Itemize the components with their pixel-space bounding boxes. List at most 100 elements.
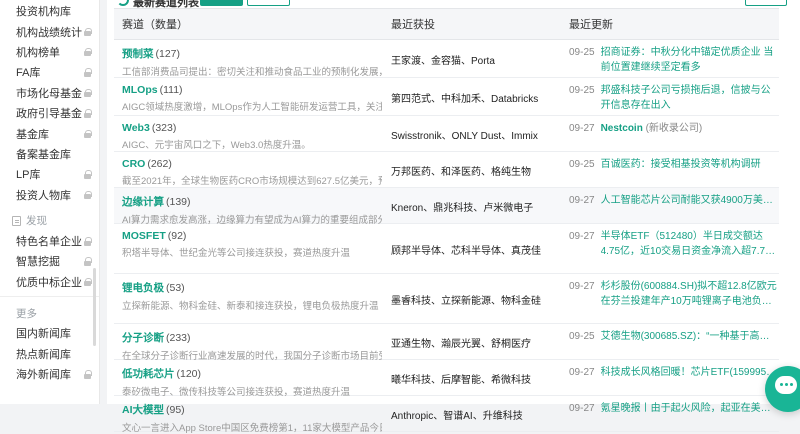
track-name-link[interactable]: MLOps — [122, 84, 158, 96]
track-count: (139) — [166, 196, 191, 208]
update-link[interactable]: 人工智能芯片公司耐能又获4900万美元投资 将与英伟达展开竞争 — [601, 194, 779, 209]
sidebar-item[interactable]: 优质中标企业 — [0, 272, 99, 292]
sidebar-item-label: 市场化母基金 — [16, 87, 82, 100]
update-link[interactable]: 氪星晚报丨由于起火风险，起亚在美召回超173万辆汽车；海天集团5家子公司变更法人… — [601, 402, 779, 417]
recent-investors: 第四范式、中科加禾、Databricks — [391, 94, 539, 105]
track-description: 文心一言进入App Store中国区免费榜第1，11家大模型产品今日起... — [122, 423, 382, 434]
sidebar-item[interactable]: 机构战绩统计 — [0, 21, 99, 41]
track-count: (53) — [166, 282, 185, 294]
update-date: 09-27 — [569, 123, 595, 134]
track-name-link[interactable]: 低功耗芯片 — [122, 368, 175, 380]
sidebar-item[interactable]: 国内新闻库 — [0, 323, 99, 343]
update-line: 09-25 招商证券：中秋分化中锚定优质企业 当前位置建继续坚定看多 — [569, 46, 779, 75]
update-link[interactable]: 杉杉股份(600884.SH)拟不超12.8亿欧元在芬兰投建年产10万吨锂离子电… — [601, 280, 779, 309]
track-name-link[interactable]: 边缘计算 — [122, 196, 164, 208]
track-name-link[interactable]: CRO — [122, 158, 145, 170]
track-description: AIGC领域热度激增，MLOps作为人工智能研发运营工具，关注度... — [122, 102, 382, 113]
update-cell: 09-27 氪星晚报丨由于起火风险，起亚在美召回超173万辆汽车；海天集团5家子公… — [562, 396, 779, 431]
update-line: 09-27 杉杉股份(600884.SH)拟不超12.8亿欧元在芬兰投建年产10万… — [569, 280, 779, 309]
track-description: 积塔半导体、世纪金光等公司接连获投，赛道热度升温 — [122, 248, 351, 259]
track-name-link[interactable]: 锂电负极 — [122, 282, 164, 294]
sidebar-item[interactable]: 特色名单企业 — [0, 231, 99, 251]
sidebar-item-label: LP库 — [16, 169, 41, 182]
update-line: 09-27 科技成长风格回暖！芯片ETF(159995)大幅拉升，中芯国际涨超1% — [569, 366, 779, 381]
update-link[interactable]: 招商证券：中秋分化中锚定优质企业 当前位置建继续坚定看多 — [601, 46, 779, 75]
sidebar-item[interactable]: 投资人物库 — [0, 185, 99, 205]
lock-icon — [84, 129, 92, 139]
column-header-track: 赛道（数量） — [122, 19, 188, 31]
sidebar-item[interactable]: 基金库 — [0, 123, 99, 143]
table-row[interactable]: 锂电负极 (53) 立探新能源、物科金硅、新泰和接连获投，锂电负极热度升温 墨睿科技、… — [114, 274, 779, 324]
update-link[interactable]: 邦盛科技子公司亏损拖后退，信披与公开信息存在出入 — [601, 84, 779, 113]
sidebar-group-label: 发现 — [26, 215, 47, 228]
sidebar-item[interactable]: LP库 — [0, 164, 99, 184]
tab-inactive[interactable] — [247, 0, 290, 6]
update-date: 09-27 — [569, 231, 595, 242]
track-name-link[interactable]: 分子诊断 — [122, 332, 164, 344]
track-count: (127) — [155, 48, 181, 60]
sidebar-item[interactable]: 海外新闻库 — [0, 364, 99, 384]
track-name-line: AI大模型 (95) — [122, 402, 382, 417]
sidebar-scrollbar[interactable] — [93, 0, 97, 404]
sidebar-item[interactable]: 政府引导基金 — [0, 103, 99, 123]
table-row[interactable]: CRO (262) 截至2021年，全球生物医药CRO市场规模达到627.5亿美元，… — [114, 152, 779, 188]
update-link[interactable]: 科技成长风格回暖！芯片ETF(159995)大幅拉升，中芯国际涨超1% — [601, 366, 779, 381]
update-link[interactable]: 半导体ETF（512480）半日成交额达4.75亿，近10交易日资金净流入超7.… — [601, 230, 779, 259]
table-row[interactable]: 边缘计算 (139) AI算力需求愈发高涨，边缘算力有望成为AI算力的重要组成部分。… — [114, 188, 779, 226]
update-text: 科技成长风格回暖！芯片ETF(159995)大幅拉升，中芯国际涨超1% — [600, 367, 770, 378]
track-name-line: 分子诊断 (233) — [122, 330, 382, 345]
update-cell: 09-27 半导体ETF（512480）半日成交额达4.75亿，近10交易日资金净… — [562, 224, 779, 273]
track-name-link[interactable]: AI大模型 — [122, 404, 164, 416]
track-table: 赛道（数量） 最近获投 最近更新 预制菜 (127) 工信部消费品司提出：密切关注和… — [114, 8, 779, 434]
update-text: 氪星晚报丨由于起火风险，起亚在美召回超173万辆汽车；海天集团5家子公司变更法人… — [600, 403, 771, 414]
track-name-link[interactable]: 预制菜 — [122, 48, 154, 60]
track-count: (323) — [151, 122, 177, 134]
recent-investors: 亚通生物、瀚辰光翼、舒桐医疗 — [391, 339, 531, 350]
table-row[interactable]: AI大模型 (95) 文心一言进入App Store中国区免费榜第1，11家大模型产… — [114, 396, 779, 434]
table-row[interactable]: Web3 (323) AIGC、元宇宙风口之下，Web3.0热度升温。 Swisstr… — [114, 116, 779, 152]
tab-active[interactable] — [200, 0, 243, 6]
table-row[interactable]: MOSFET (92) 积塔半导体、世纪金光等公司接连获投，赛道热度升温 顾邦半导体、… — [114, 224, 779, 274]
table-row[interactable]: 分子诊断 (233) 在全球分子诊断行业高速发展的时代，我国分子诊断市场目前受到..… — [114, 324, 779, 362]
sidebar-item[interactable]: 市场化母基金 — [0, 83, 99, 103]
track-name-link[interactable]: MOSFET — [122, 230, 166, 242]
sidebar-more-items: 国内新闻库热点新闻库 海外新闻库 — [0, 323, 99, 384]
update-link[interactable]: 艾德生物(300685.SZ)：“一种基于高通量测序的mRNA检测方法”获发明专… — [601, 330, 779, 345]
recent-investors: 王家渡、金容猫、Porta — [391, 56, 495, 67]
update-line: 09-27 Nestcoin (新收录公司) — [569, 122, 779, 137]
sidebar-item[interactable]: 热点新闻库 — [0, 343, 99, 363]
table-row[interactable]: 预制菜 (127) 工信部消费品司提出：密切关注和推动食品工业的预制化发展，营...… — [114, 40, 779, 78]
scrollbar-thumb[interactable] — [93, 268, 96, 346]
sidebar-item[interactable]: 备案基金库 — [0, 144, 99, 164]
update-line: 09-27 人工智能芯片公司耐能又获4900万美元投资 将与英伟达展开竞争 — [569, 194, 779, 209]
track-name-line: 预制菜 (127) — [122, 46, 382, 61]
update-date: 09-27 — [569, 195, 595, 206]
track-name-link[interactable]: Web3 — [122, 122, 150, 134]
track-cell: 预制菜 (127) 工信部消费品司提出：密切关注和推动食品工业的预制化发展，营... — [114, 40, 382, 78]
update-cell: 09-25 百诚医药：接受相基投资等机构调研 — [562, 152, 779, 187]
lock-icon — [84, 47, 92, 57]
update-cell: 09-27 科技成长风格回暖！芯片ETF(159995)大幅拉升，中芯国际涨超1% — [562, 360, 779, 395]
track-name-line: CRO (262) — [122, 158, 382, 170]
update-link[interactable]: Nestcoin (新收录公司) — [601, 122, 703, 137]
table-row[interactable]: MLOps (111) AIGC领域热度激增，MLOps作为人工智能研发运营工具，关… — [114, 78, 779, 116]
update-cell: 09-27 Nestcoin (新收录公司) — [562, 116, 779, 151]
table-row[interactable]: 低功耗芯片 (120) 泰矽微电子、微传科技等公司接连获投，赛道热度升温 曦华科技、后… — [114, 360, 779, 398]
sidebar-item-label: 国内新闻库 — [16, 328, 71, 341]
update-date: 09-25 — [569, 331, 595, 342]
update-link[interactable]: 百诚医药：接受相基投资等机构调研 — [601, 158, 761, 173]
sidebar-item-label: 机构榜单 — [16, 46, 60, 59]
update-cell: 09-27 杉杉股份(600884.SH)拟不超12.8亿欧元在芬兰投建年产10万… — [562, 274, 779, 323]
sidebar-item[interactable]: 投资机构库 — [0, 1, 99, 21]
track-name-line: MOSFET (92) — [122, 230, 382, 242]
recent-investors: 曦华科技、后摩智能、希微科技 — [391, 375, 531, 386]
sidebar-item[interactable]: 机构榜单 — [0, 42, 99, 62]
sidebar-item-label: 投资人物库 — [16, 189, 71, 202]
column-header-update: 最近更新 — [569, 19, 613, 31]
sidebar-item[interactable]: FA库 — [0, 62, 99, 82]
track-description: 立探新能源、物科金硅、新泰和接连获投，锂电负极热度升温 — [122, 301, 379, 312]
update-text: 艾德生物(300685.SZ)：“一种基于高通量测序的mRNA检测方法”获发明专… — [600, 331, 770, 342]
track-cell: 低功耗芯片 (120) 泰矽微电子、微传科技等公司接连获投，赛道热度升温 — [114, 360, 382, 398]
sidebar-item[interactable]: 智慧挖掘 — [0, 251, 99, 271]
header-action-button[interactable] — [745, 0, 787, 6]
